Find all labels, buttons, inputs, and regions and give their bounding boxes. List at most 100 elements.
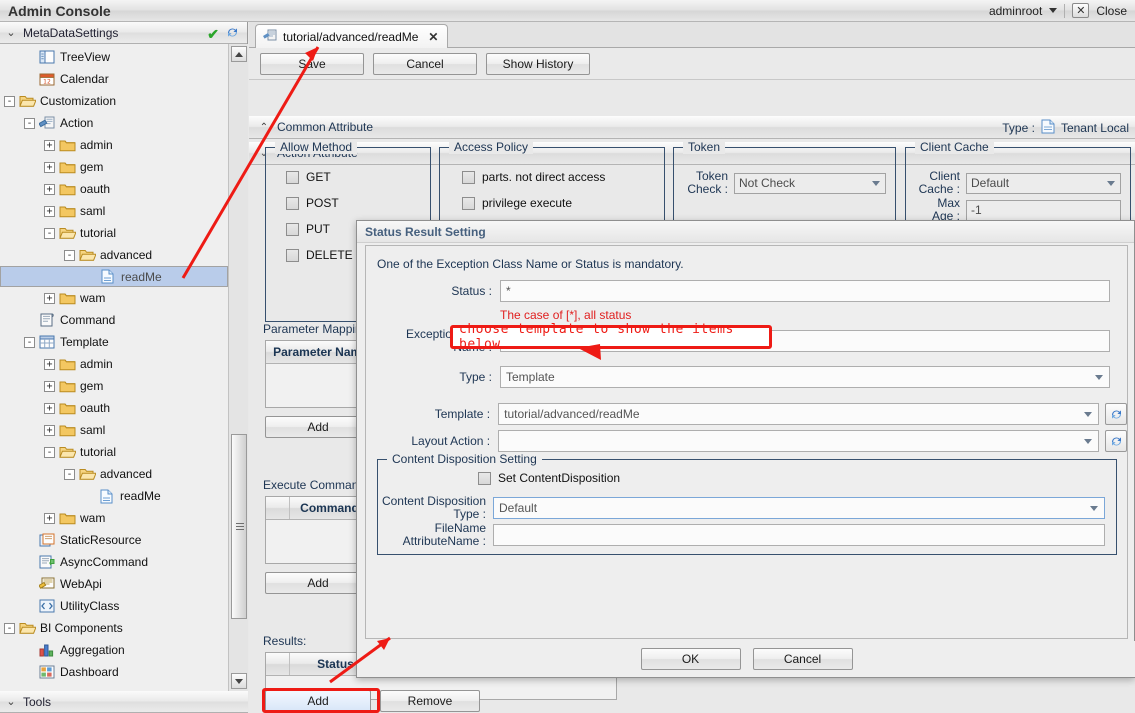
scroll-up-button[interactable] [231, 46, 247, 62]
tree-item-command[interactable]: Command [0, 309, 228, 331]
tree-item-template[interactable]: - Template [0, 331, 228, 353]
ok-button[interactable]: OK [640, 648, 741, 670]
checkbox-icon[interactable] [286, 248, 299, 262]
tree-item-saml[interactable]: + saml [0, 419, 228, 441]
tree-item-saml[interactable]: + saml [0, 200, 228, 222]
check-icon[interactable]: ✔ [207, 26, 219, 43]
collapse-icon[interactable]: - [24, 117, 35, 129]
tree-item-readme[interactable]: readMe [0, 266, 228, 287]
tree-item-admin[interactable]: + admin [0, 353, 228, 375]
checkbox-icon[interactable] [286, 222, 299, 236]
checkbox-put[interactable]: PUT [286, 222, 353, 236]
section-common-attribute[interactable]: ⌃ Common Attribute Type : Tenant Local [249, 116, 1135, 139]
tree-item-asynccommand[interactable]: AsyncCommand [0, 551, 228, 573]
collapse-icon[interactable]: - [4, 622, 15, 634]
expand-icon[interactable]: + [44, 512, 55, 524]
close-icon[interactable]: ✕ [428, 30, 438, 44]
close-button-label[interactable]: Close [1096, 4, 1127, 18]
tree-item-staticresource[interactable]: StaticResource [0, 529, 228, 551]
grip-icon [236, 522, 244, 531]
sidebar-header-metadatasettings[interactable]: ⌄ MetaDataSettings ✔ [0, 22, 247, 44]
scrollbar-thumb[interactable] [231, 434, 247, 619]
tab-tutorial-advanced-readme[interactable]: tutorial/advanced/readMe ✕ [255, 24, 449, 49]
results-add-button[interactable]: Add [265, 690, 371, 712]
checkbox-icon[interactable] [478, 471, 491, 485]
show-history-button[interactable]: Show History [486, 52, 590, 75]
checkbox-icon[interactable] [462, 170, 475, 184]
collapse-icon[interactable]: - [64, 468, 75, 480]
collapse-icon[interactable]: - [44, 227, 55, 239]
checkbox-get[interactable]: GET [286, 170, 353, 184]
filename-attributename-row: FileName AttributeName : [378, 522, 1105, 548]
checkbox-icon[interactable] [286, 170, 299, 184]
expand-icon[interactable]: + [44, 292, 55, 304]
filename-attributename-input[interactable] [493, 524, 1105, 546]
checkbox-privilege-execute[interactable]: privilege execute [462, 196, 605, 210]
tree-item-oauth[interactable]: + oauth [0, 397, 228, 419]
checkbox-parts-not-direct-access[interactable]: parts. not direct access [462, 170, 605, 184]
chevron-down-icon[interactable] [1049, 8, 1058, 13]
template-select[interactable]: tutorial/advanced/readMe [498, 403, 1100, 425]
client-cache-select[interactable]: Default [966, 172, 1121, 194]
expand-icon[interactable]: + [44, 139, 55, 151]
user-name-label[interactable]: adminroot [989, 4, 1042, 18]
expand-icon[interactable]: + [44, 402, 55, 414]
layout-action-refresh-button[interactable] [1105, 430, 1128, 452]
expand-icon[interactable]: + [44, 424, 55, 436]
status-input[interactable]: * [500, 280, 1110, 302]
tree-item-action[interactable]: - Action [0, 112, 228, 134]
collapse-icon[interactable]: - [24, 336, 35, 348]
checkbox-set-contentdisposition[interactable]: Set ContentDisposition [478, 471, 620, 485]
expand-icon[interactable]: + [44, 380, 55, 392]
template-refresh-button[interactable] [1105, 403, 1128, 425]
type-select[interactable]: Template [500, 366, 1110, 388]
column-selector[interactable] [266, 497, 290, 519]
checkbox-post[interactable]: POST [286, 196, 353, 210]
tree-item-advanced[interactable]: - advanced [0, 463, 228, 485]
layout-action-select[interactable] [498, 430, 1100, 452]
tree-item-wam[interactable]: + wam [0, 287, 228, 309]
checkbox-icon[interactable] [462, 196, 475, 210]
checkbox-icon[interactable] [286, 196, 299, 210]
tree-item-treeview[interactable]: TreeView [0, 46, 228, 68]
expand-icon[interactable]: + [44, 358, 55, 370]
save-button[interactable]: Save [260, 52, 364, 75]
close-icon[interactable]: ✕ [1072, 3, 1090, 18]
tree-item-tutorial[interactable]: - tutorial [0, 441, 228, 463]
expand-icon[interactable]: + [44, 205, 55, 217]
tree-item-admin[interactable]: + admin [0, 134, 228, 156]
scroll-down-button[interactable] [231, 673, 247, 689]
tree-item-customization[interactable]: - Customization [0, 90, 228, 112]
tree-item-gem[interactable]: + gem [0, 156, 228, 178]
cancel-button[interactable]: Cancel [752, 648, 853, 670]
triangle-up-icon [235, 51, 243, 57]
sidebar-header-tools[interactable]: ⌄ Tools [0, 691, 248, 713]
tree-item-oauth[interactable]: + oauth [0, 178, 228, 200]
cancel-button[interactable]: Cancel [373, 52, 477, 75]
tree-item-readme[interactable]: readMe [0, 485, 228, 507]
results-remove-button[interactable]: Remove [380, 690, 480, 712]
max-age-input[interactable]: -1 [966, 199, 1121, 221]
tree-item-advanced[interactable]: - advanced [0, 244, 228, 266]
tree-item-bi-components[interactable]: - BI Components [0, 617, 228, 639]
collapse-icon[interactable]: - [64, 249, 75, 261]
token-check-select[interactable]: Not Check [734, 172, 886, 194]
tree-item-utilityclass[interactable]: UtilityClass [0, 595, 228, 617]
collapse-icon[interactable]: - [44, 446, 55, 458]
content-disposition-type-select[interactable]: Default [493, 497, 1105, 519]
tree-scrollbar[interactable] [228, 44, 248, 691]
collapse-icon[interactable]: - [4, 95, 15, 107]
checkbox-delete[interactable]: DELETE [286, 248, 353, 262]
tree-item-gem[interactable]: + gem [0, 375, 228, 397]
tree-item-calendar[interactable]: 12 Calendar [0, 68, 228, 90]
column-selector[interactable] [266, 653, 290, 675]
tree-item-aggregation[interactable]: Aggregation [0, 639, 228, 661]
metadata-tree[interactable]: TreeView 12 Calendar - Customization - Action +… [0, 44, 228, 691]
tree-item-wam[interactable]: + wam [0, 507, 228, 529]
expand-icon[interactable]: + [44, 183, 55, 195]
tree-item-webapi[interactable]: WebApi [0, 573, 228, 595]
tree-item-dashboard[interactable]: Dashboard [0, 661, 228, 683]
expand-icon[interactable]: + [44, 161, 55, 173]
refresh-icon[interactable] [225, 25, 240, 43]
tree-item-tutorial[interactable]: - tutorial [0, 222, 228, 244]
